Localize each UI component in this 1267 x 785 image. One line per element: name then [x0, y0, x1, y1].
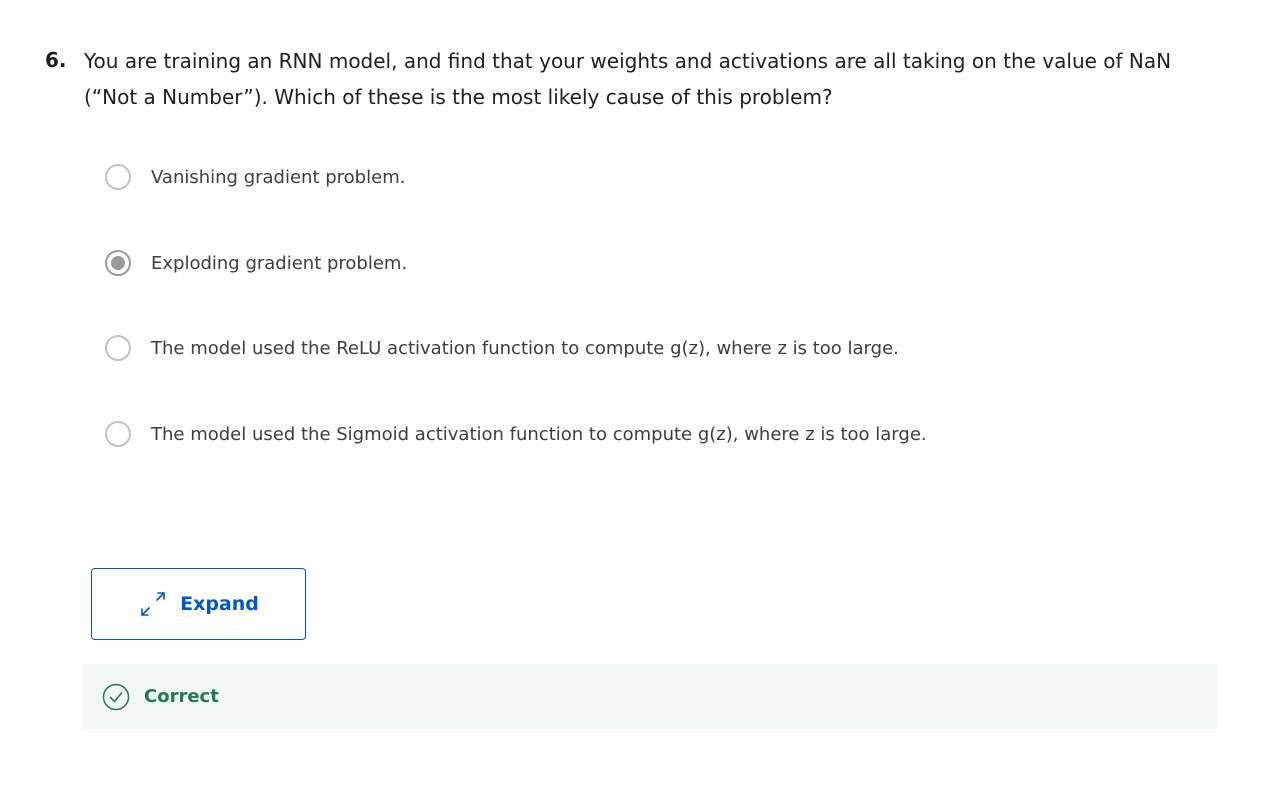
option-4[interactable]: The model used the Sigmoid activation fu… — [105, 414, 927, 454]
check-circle-icon — [102, 683, 130, 711]
expand-button[interactable]: Expand — [91, 568, 306, 640]
option-label: The model used the ReLU activation funct… — [151, 337, 899, 359]
expand-arrows-icon — [138, 589, 168, 619]
question-number: 6. — [45, 48, 67, 72]
question-text: You are training an RNN model, and find … — [84, 49, 1172, 109]
radio-button[interactable] — [105, 164, 131, 190]
expand-label: Expand — [180, 593, 259, 615]
option-2[interactable]: Exploding gradient problem. — [105, 243, 407, 283]
feedback-panel: Correct — [83, 664, 1217, 729]
option-label: The model used the Sigmoid activation fu… — [151, 423, 927, 445]
option-label: Vanishing gradient problem. — [151, 166, 406, 188]
option-label: Exploding gradient problem. — [151, 252, 408, 274]
radio-button[interactable] — [105, 335, 131, 361]
option-1[interactable]: Vanishing gradient problem. — [105, 157, 405, 197]
feedback-status: Correct — [144, 686, 219, 707]
radio-button[interactable] — [105, 421, 131, 447]
option-3[interactable]: The model used the ReLU activation funct… — [105, 328, 899, 368]
radio-button-selected[interactable] — [105, 250, 131, 276]
